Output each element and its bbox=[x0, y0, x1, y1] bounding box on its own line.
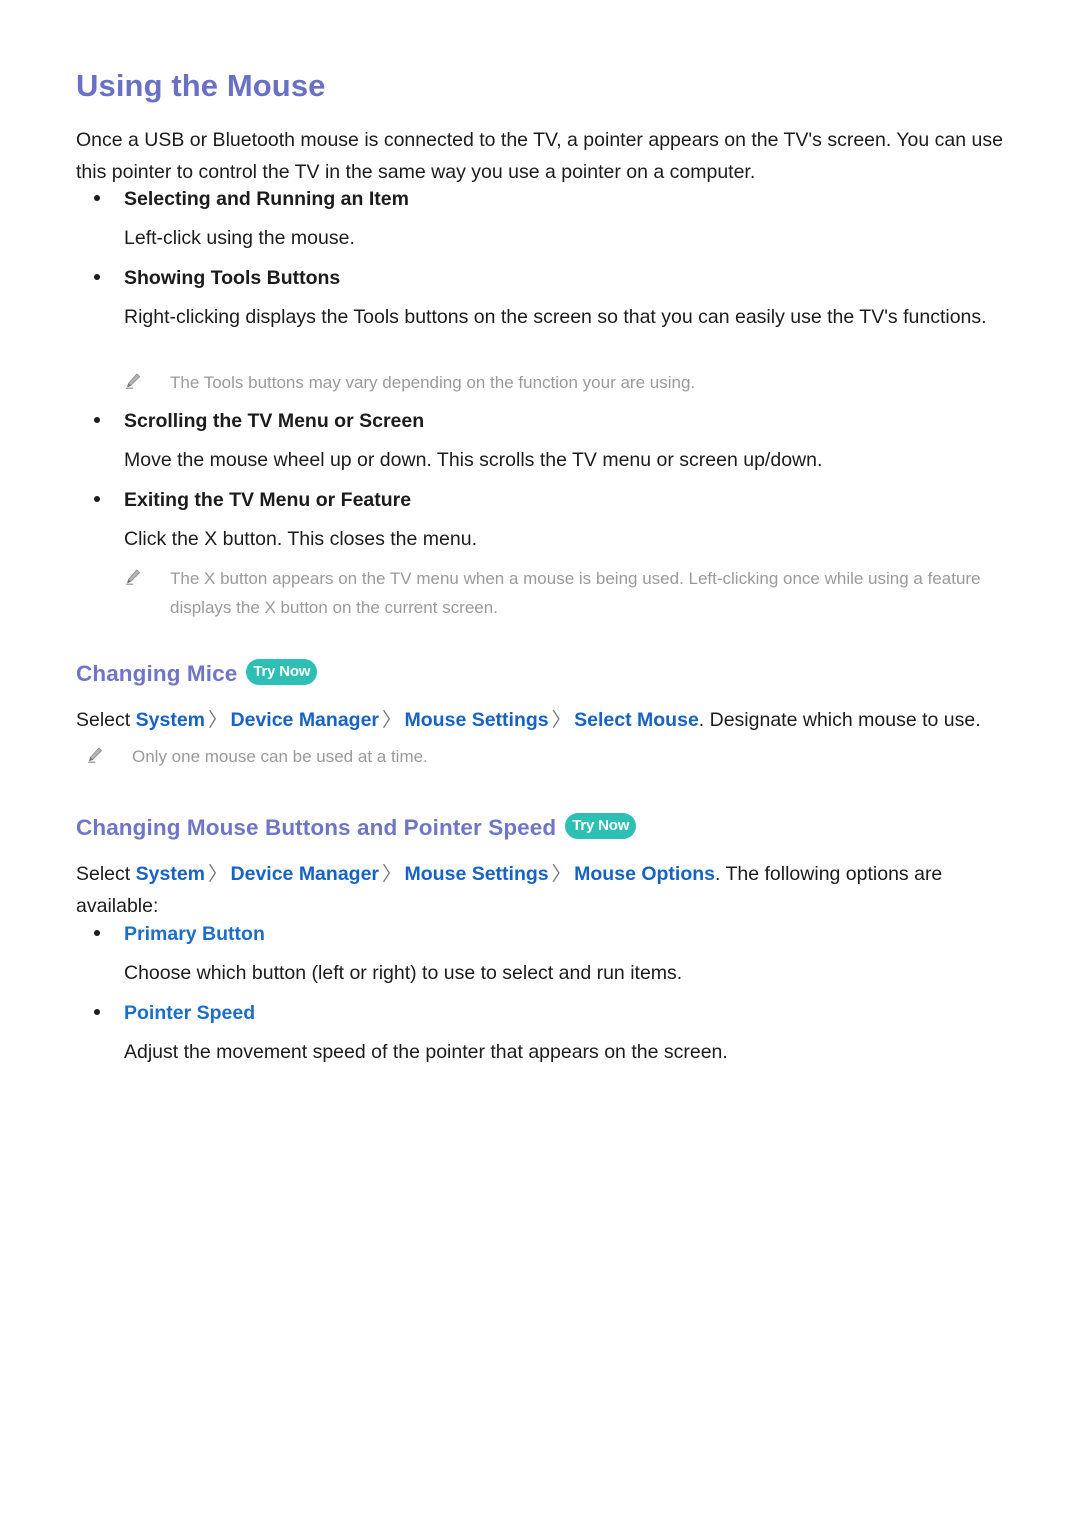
breadcrumb-separator-icon: 〉 bbox=[208, 863, 228, 885]
list-item-label: Primary Button bbox=[124, 923, 265, 945]
breadcrumb-separator-icon: 〉 bbox=[382, 709, 402, 731]
note-text: Only one mouse can be used at a time. bbox=[132, 747, 428, 766]
list-item-label: Exiting the TV Menu or Feature bbox=[124, 489, 412, 511]
document-page: Using the Mouse Once a USB or Bluetooth … bbox=[0, 0, 1080, 1527]
list-item-pointer-speed: Pointer Speed bbox=[76, 999, 1006, 1027]
breadcrumb-changing-mice: Select System 〉 Device Manager 〉 Mouse Setti… bbox=[76, 704, 1011, 736]
list-item-label: Showing Tools Buttons bbox=[124, 267, 341, 289]
note-text: The Tools buttons may vary depending on … bbox=[170, 373, 696, 392]
list-item-body: Left-click using the mouse. bbox=[124, 227, 355, 249]
bullet-dot-icon bbox=[94, 417, 100, 423]
breadcrumb-link-device-manager[interactable]: Device Manager bbox=[231, 863, 380, 885]
select-prefix: Select bbox=[76, 709, 131, 731]
bullet-dot-icon bbox=[94, 1009, 100, 1015]
breadcrumb-separator-icon: 〉 bbox=[551, 709, 572, 731]
select-suffix: . Designate which mouse to use. bbox=[698, 709, 981, 731]
breadcrumb-link-device-manager[interactable]: Device Manager bbox=[231, 709, 380, 731]
try-now-badge[interactable]: Try Now bbox=[246, 659, 318, 685]
note-x-button: The X button appears on the TV menu when… bbox=[124, 564, 1004, 622]
bullet-dot-icon bbox=[94, 930, 100, 936]
section-heading-changing-mice: Changing Mice Try Now bbox=[76, 659, 318, 687]
section-heading-label: Changing Mouse Buttons and Pointer Speed bbox=[76, 815, 557, 840]
list-item-body: Move the mouse wheel up or down. This sc… bbox=[124, 449, 823, 471]
try-now-badge[interactable]: Try Now bbox=[565, 813, 637, 839]
bullet-dot-icon bbox=[94, 496, 100, 502]
section-heading-label: Changing Mice bbox=[76, 661, 238, 686]
pencil-icon bbox=[125, 569, 141, 585]
breadcrumb-separator-icon: 〉 bbox=[551, 863, 572, 885]
breadcrumb-separator-icon: 〉 bbox=[382, 863, 402, 885]
list-item-primary-button: Primary Button bbox=[76, 920, 1006, 948]
note-text: The X button appears on the TV menu when… bbox=[170, 569, 981, 617]
bullet-dot-icon bbox=[94, 195, 100, 201]
breadcrumb-link-mouse-settings[interactable]: Mouse Settings bbox=[405, 709, 549, 731]
list-item-body: Choose which button (left or right) to u… bbox=[124, 962, 683, 984]
intro-paragraph: Once a USB or Bluetooth mouse is connect… bbox=[76, 129, 1003, 183]
select-prefix: Select bbox=[76, 863, 131, 885]
list-item-exiting-menu: Exiting the TV Menu or Feature bbox=[76, 486, 1006, 514]
breadcrumb-link-system[interactable]: System bbox=[136, 709, 205, 731]
list-item-scrolling-menu: Scrolling the TV Menu or Screen bbox=[76, 407, 1006, 435]
list-item-label: Scrolling the TV Menu or Screen bbox=[124, 410, 425, 432]
breadcrumb-mouse-options: Select System 〉 Device Manager 〉 Mouse Setti… bbox=[76, 858, 976, 922]
note-tools-buttons: The Tools buttons may vary depending on … bbox=[124, 368, 1004, 397]
pencil-icon bbox=[87, 747, 103, 763]
section-heading-mouse-buttons-pointer-speed: Changing Mouse Buttons and Pointer Speed… bbox=[76, 813, 637, 841]
breadcrumb-link-mouse-settings[interactable]: Mouse Settings bbox=[405, 863, 549, 885]
note-one-mouse: Only one mouse can be used at a time. bbox=[86, 742, 966, 771]
list-item-selecting-running: Selecting and Running an Item bbox=[76, 185, 1006, 213]
breadcrumb-link-system[interactable]: System bbox=[136, 863, 205, 885]
list-item-body: Right-clicking displays the Tools button… bbox=[124, 306, 987, 328]
list-item-label: Pointer Speed bbox=[124, 1002, 256, 1024]
list-item-body: Click the X button. This closes the menu… bbox=[124, 528, 477, 550]
list-item-body: Adjust the movement speed of the pointer… bbox=[124, 1041, 728, 1063]
breadcrumb-separator-icon: 〉 bbox=[208, 709, 228, 731]
pencil-icon bbox=[125, 373, 141, 389]
breadcrumb-link-select-mouse[interactable]: Select Mouse bbox=[574, 709, 699, 731]
list-item-showing-tools: Showing Tools Buttons bbox=[76, 264, 1006, 292]
list-item-label: Selecting and Running an Item bbox=[124, 188, 409, 210]
breadcrumb-link-mouse-options[interactable]: Mouse Options bbox=[574, 863, 715, 885]
page-title: Using the Mouse bbox=[76, 68, 326, 103]
bullet-dot-icon bbox=[94, 274, 100, 280]
